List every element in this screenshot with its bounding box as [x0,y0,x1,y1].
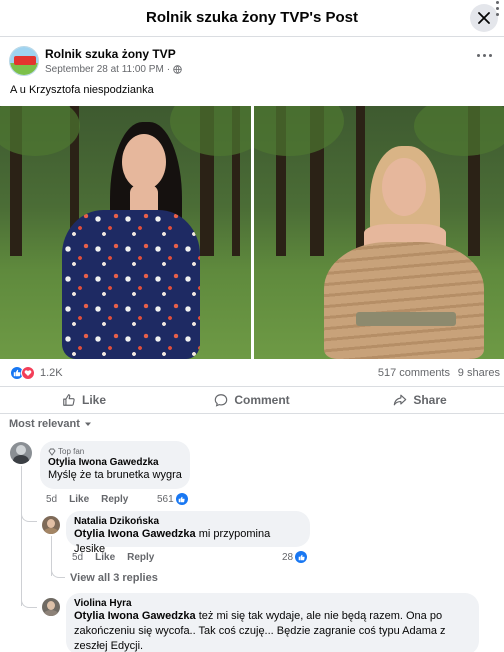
like-reaction-icon [175,493,188,505]
page-avatar[interactable] [9,46,39,76]
comment-count[interactable]: 517 comments [378,367,450,379]
comment-mention[interactable]: Otylia Iwona Gawedzka [74,528,196,540]
avatar[interactable] [42,516,60,534]
top-fan-badge: Top fan [48,447,182,456]
like-reaction-icon [295,551,308,563]
post-timestamp[interactable]: September 28 at 11:00 PM [45,64,164,75]
thread-line [21,466,22,606]
comment-sort-dropdown[interactable]: Most relevant [9,418,92,430]
like-label: Like [81,393,106,407]
comment-mention[interactable]: Otylia Iwona Gawedzka [74,610,196,622]
reaction-icons[interactable] [10,366,35,380]
reactions-summary: 1.2K 517 comments 9 shares [0,362,504,384]
meta-separator: · [166,64,171,75]
comment-icon [215,394,228,407]
avatar[interactable] [42,598,60,616]
thumbs-up-icon [63,394,75,406]
comment-label: Comment [234,393,290,407]
page-title: Rolnik szuka żony TVP's Post [146,9,358,26]
photo-blonde[interactable] [253,106,504,359]
post-text: A u Krzysztofa niespodzianka [10,84,154,96]
post-options-icon[interactable] [477,54,492,57]
post-meta: September 28 at 11:00 PM · [45,64,182,75]
top-bar: Rolnik szuka żony TVP's Post [0,0,504,37]
comment-time[interactable]: 5d [72,552,83,563]
share-icon [394,394,407,406]
thread-line [21,596,37,608]
share-label: Share [413,393,447,407]
post-photos [0,106,504,359]
comment-time[interactable]: 5d [46,494,57,505]
comment-reactions[interactable]: 28 [282,551,308,563]
photo-brunette[interactable] [0,106,251,359]
comment-bubble: Violina Hyra Otylia Iwona Gawedzka też m… [66,593,479,652]
comment-button[interactable]: Comment [168,387,336,413]
love-reaction-icon [21,366,35,380]
comment-author[interactable]: Otylia Iwona Gawedzka [48,457,182,468]
comment-text: Myślę że ta brunetka wygra [48,469,182,481]
comment-reply-button[interactable]: Reply [127,552,154,563]
post-actions: Like Comment Share [0,386,504,414]
comment-actions: 5d Like Reply [72,552,154,563]
post-header: Rolnik szuka żony TVP September 28 at 11… [0,38,504,82]
comment-text: Otylia Iwona Gawedzka też mi się tak wyd… [74,610,446,652]
share-count[interactable]: 9 shares [458,367,500,379]
comment-reply-button[interactable]: Reply [101,494,128,505]
comment-reactions[interactable]: 561 [157,493,188,505]
reaction-count[interactable]: 1.2K [40,367,63,379]
share-button[interactable]: Share [336,387,504,413]
page-name-link[interactable]: Rolnik szuka żony TVP [45,47,176,61]
view-replies-link[interactable]: View all 3 replies [70,572,158,584]
sort-label: Most relevant [9,418,80,430]
close-icon [478,12,490,24]
comment-like-button[interactable]: Like [69,494,89,505]
avatar[interactable] [10,442,32,464]
comment-author[interactable]: Natalia Dzikońska [74,516,302,527]
chevron-down-icon [84,422,91,426]
comment-bubble: Top fan Otylia Iwona Gawedzka Myślę że t… [40,441,190,489]
thread-line [51,566,65,578]
comment-author[interactable]: Violina Hyra [74,598,471,609]
globe-icon [173,65,182,74]
thread-line [21,510,37,522]
diamond-icon [48,448,56,456]
more-vertical-icon[interactable] [495,1,501,23]
like-button[interactable]: Like [0,387,168,413]
comment-like-button[interactable]: Like [95,552,115,563]
comment-bubble: Natalia Dzikońska Otylia Iwona Gawedzka … [66,511,310,555]
close-button[interactable] [470,4,498,32]
comment-actions: 5d Like Reply [46,494,128,505]
